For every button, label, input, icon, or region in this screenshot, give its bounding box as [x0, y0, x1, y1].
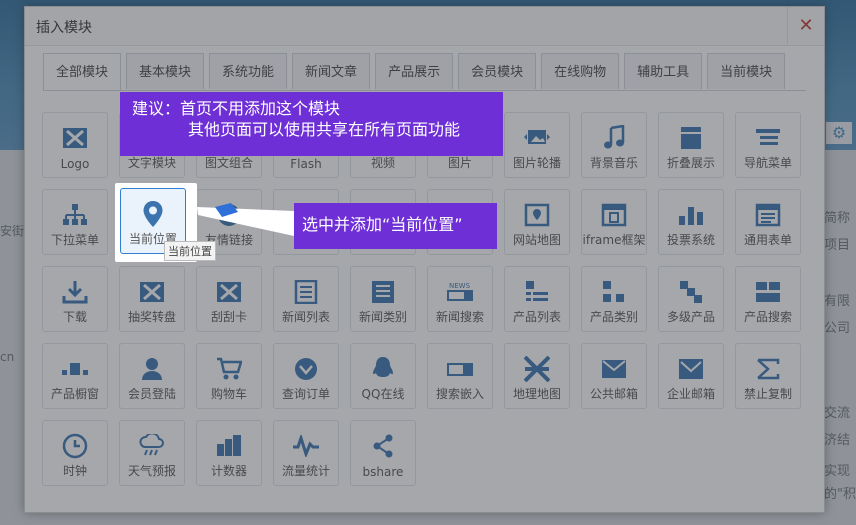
- advice-line-1: 建议：首页不用添加这个模块: [132, 99, 341, 118]
- instruction-callout: 选中并添加“当前位置”: [294, 203, 497, 249]
- advice-callout: 建议：首页不用添加这个模块 其他页面可以使用共享在所有页面功能: [120, 92, 503, 156]
- callout-arrow: [197, 203, 294, 236]
- advice-line-2: 其他页面可以使用共享在所有页面功能: [188, 120, 461, 139]
